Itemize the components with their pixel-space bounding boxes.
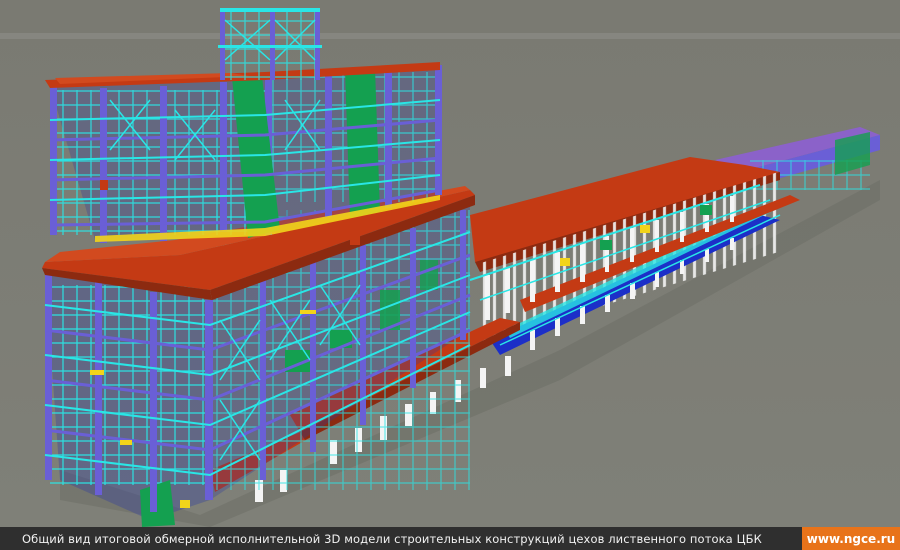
- image-caption: Общий вид итоговой обмерной исполнительн…: [22, 531, 762, 546]
- caption-bar: Общий вид итоговой обмерной исполнительн…: [0, 527, 900, 550]
- 3d-model-render: [0, 0, 900, 527]
- screenshot-frame: Общий вид итоговой обмерной исполнительн…: [0, 0, 900, 550]
- site-link-badge[interactable]: www.ngce.ru: [802, 527, 900, 550]
- horizon-band: [0, 33, 900, 39]
- tower: [218, 8, 322, 80]
